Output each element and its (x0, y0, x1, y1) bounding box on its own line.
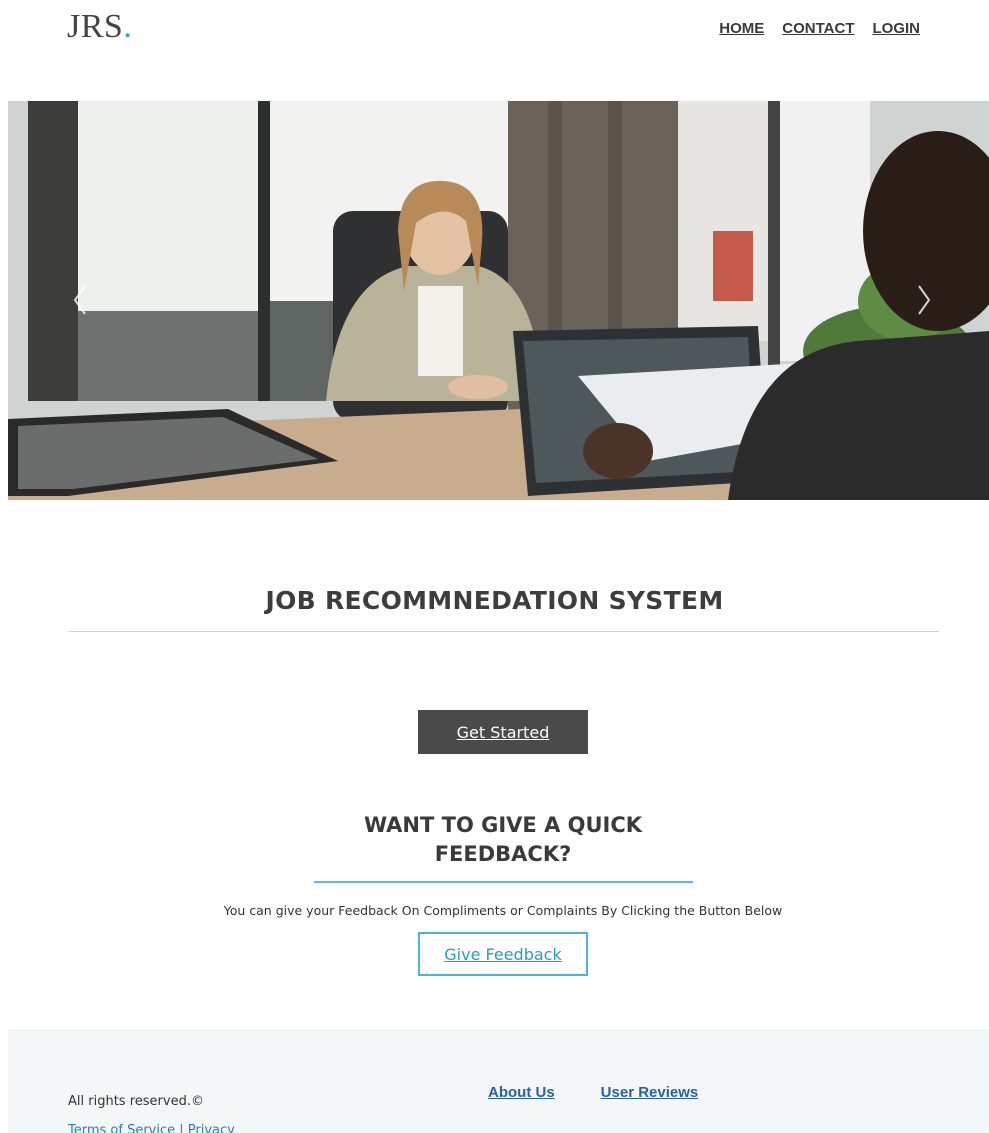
chevron-right-icon (918, 285, 931, 315)
feedback-description: You can give your Feedback On Compliment… (223, 903, 783, 918)
nav-contact-link[interactable]: CONTACT (782, 20, 854, 37)
nav-home-link[interactable]: HOME (719, 20, 764, 37)
legal-separator: | (175, 1123, 188, 1133)
legal-links: Terms of Service | Privacy (68, 1123, 235, 1133)
nav-login-link[interactable]: LOGIN (873, 20, 921, 37)
feedback-heading-line1: WANT TO GIVE A QUICK (363, 813, 643, 837)
feedback-heading-line2: FEEDBACK? (434, 842, 572, 866)
main-nav: HOME CONTACT LOGIN (719, 20, 920, 37)
get-started-button[interactable]: Get Started (418, 710, 588, 754)
logo-text: JRS (67, 8, 124, 45)
about-us-link[interactable]: About Us (488, 1084, 555, 1101)
footer-nav: About Us User Reviews (488, 1084, 698, 1101)
carousel-next-button[interactable] (914, 282, 934, 318)
user-reviews-link[interactable]: User Reviews (601, 1084, 699, 1101)
feedback-divider (314, 881, 693, 883)
site-logo[interactable]: JRS. (67, 8, 132, 46)
site-footer: All rights reserved.© Terms of Service |… (8, 1029, 989, 1133)
copyright-text: All rights reserved.© (68, 1094, 204, 1109)
privacy-link[interactable]: Privacy (188, 1123, 235, 1133)
page-title: JOB RECOMMNEDATION SYSTEM (265, 586, 724, 615)
feedback-heading: WANT TO GIVE A QUICK FEEDBACK? (0, 811, 989, 869)
terms-link[interactable]: Terms of Service (68, 1123, 175, 1133)
chevron-left-icon (73, 285, 86, 315)
logo-dot: . (123, 8, 133, 45)
carousel-prev-button[interactable] (70, 282, 90, 318)
hero-image (8, 101, 989, 500)
title-divider (68, 631, 939, 632)
give-feedback-button[interactable]: Give Feedback (418, 932, 588, 976)
hero-carousel (8, 101, 989, 500)
